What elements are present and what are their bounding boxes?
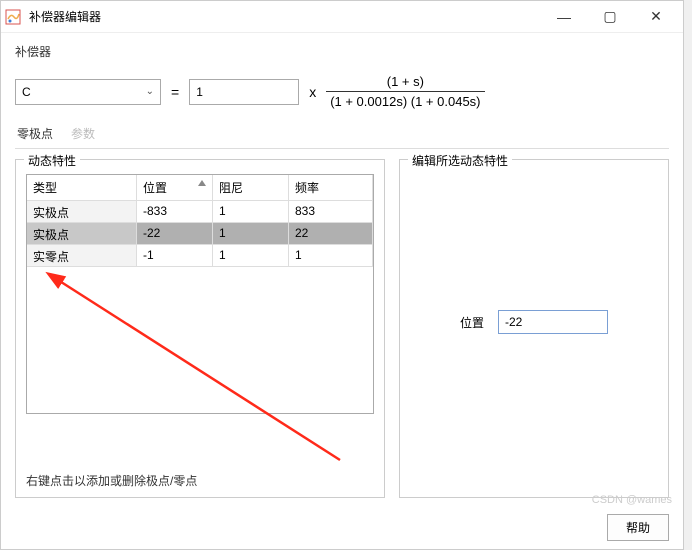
titlebar: 补偿器编辑器 — ▢ ✕ xyxy=(1,1,683,33)
td-freq: 22 xyxy=(289,223,373,245)
edit-row: 位置 -22 xyxy=(410,310,658,334)
td-freq: 1 xyxy=(289,245,373,267)
td-type: 实极点 xyxy=(27,201,137,223)
td-damping: 1 xyxy=(213,223,289,245)
dynamics-table[interactable]: 类型 位置 阻尼 频率 实极点 -833 1 833 实极点 xyxy=(26,174,374,414)
sort-indicator-icon xyxy=(198,180,206,186)
app-icon xyxy=(5,9,21,25)
window-title: 补偿器编辑器 xyxy=(29,8,541,25)
location-input[interactable]: -22 xyxy=(498,310,608,334)
th-type[interactable]: 类型 xyxy=(27,175,137,201)
table-row[interactable]: 实极点 -833 1 833 xyxy=(27,201,373,223)
th-location[interactable]: 位置 xyxy=(137,175,213,201)
footer: 帮助 xyxy=(1,506,683,549)
compensator-label: 补偿器 xyxy=(15,43,669,60)
context-hint: 右键点击以添加或删除极点/零点 xyxy=(26,448,374,489)
th-damping[interactable]: 阻尼 xyxy=(213,175,289,201)
compensator-row: C ⌄ = 1 x (1 + s) (1 + 0.0012s) (1 + 0.0… xyxy=(15,74,669,109)
tab-bar: 零极点 参数 xyxy=(15,121,669,149)
td-damping: 1 xyxy=(213,245,289,267)
td-freq: 833 xyxy=(289,201,373,223)
window: 补偿器编辑器 — ▢ ✕ 补偿器 C ⌄ = 1 x (1 + s) (1 + … xyxy=(0,0,684,550)
location-label: 位置 xyxy=(460,314,484,331)
close-button[interactable]: ✕ xyxy=(633,2,679,32)
equals-sign: = xyxy=(171,84,179,100)
td-location: -1 xyxy=(137,245,213,267)
compensator-select-value: C xyxy=(22,85,146,99)
gain-value: 1 xyxy=(196,85,203,99)
transfer-function: (1 + s) (1 + 0.0012s) (1 + 0.045s) xyxy=(326,74,484,109)
td-type: 实零点 xyxy=(27,245,137,267)
compensator-select[interactable]: C ⌄ xyxy=(15,79,161,105)
tf-denominator: (1 + 0.0012s) (1 + 0.045s) xyxy=(326,92,484,109)
gain-input[interactable]: 1 xyxy=(189,79,299,105)
window-controls: — ▢ ✕ xyxy=(541,2,679,32)
location-value: -22 xyxy=(505,315,522,329)
edit-legend: 编辑所选动态特性 xyxy=(408,152,512,169)
table-row[interactable]: 实零点 -1 1 1 xyxy=(27,245,373,267)
td-location: -22 xyxy=(137,223,213,245)
dynamics-legend: 动态特性 xyxy=(24,152,80,169)
content-area: 补偿器 C ⌄ = 1 x (1 + s) (1 + 0.0012s) (1 +… xyxy=(1,33,683,506)
table-row[interactable]: 实极点 -22 1 22 xyxy=(27,223,373,245)
panels: 动态特性 类型 位置 阻尼 频率 实极点 -833 1 833 xyxy=(15,159,669,498)
tab-parameters: 参数 xyxy=(69,121,97,148)
td-location: -833 xyxy=(137,201,213,223)
table-header: 类型 位置 阻尼 频率 xyxy=(27,175,373,201)
minimize-button[interactable]: — xyxy=(541,2,587,32)
help-button[interactable]: 帮助 xyxy=(607,514,669,541)
chevron-down-icon: ⌄ xyxy=(146,86,154,97)
maximize-button[interactable]: ▢ xyxy=(587,2,633,32)
edit-panel: 编辑所选动态特性 位置 -22 xyxy=(399,159,669,498)
table-body: 实极点 -833 1 833 实极点 -22 1 22 实零点 xyxy=(27,201,373,267)
th-freq[interactable]: 频率 xyxy=(289,175,373,201)
tf-numerator: (1 + s) xyxy=(383,74,428,91)
dynamics-panel: 动态特性 类型 位置 阻尼 频率 实极点 -833 1 833 xyxy=(15,159,385,498)
td-type: 实极点 xyxy=(27,223,137,245)
td-damping: 1 xyxy=(213,201,289,223)
multiply-sign: x xyxy=(309,84,316,100)
tab-polezero[interactable]: 零极点 xyxy=(15,121,55,148)
